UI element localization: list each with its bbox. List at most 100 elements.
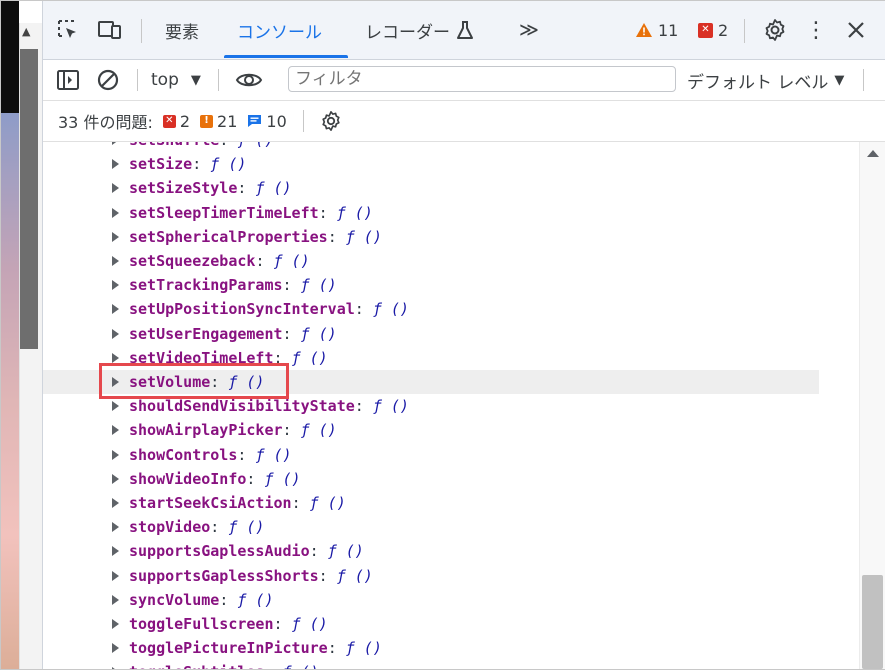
expand-triangle-icon[interactable]: [112, 304, 119, 315]
tabbar-separator: [141, 19, 142, 43]
function-value: ƒ (): [345, 227, 382, 246]
console-property-row[interactable]: shouldSendVisibilityState: ƒ (): [43, 394, 819, 418]
live-expression-eye-icon[interactable]: [232, 60, 266, 100]
page-scrollbar-thumb[interactable]: [20, 49, 38, 349]
device-toolbar-icon[interactable]: [95, 1, 125, 59]
sidebar-toggle-icon[interactable]: [53, 60, 83, 100]
expand-triangle-icon[interactable]: [112, 498, 119, 508]
property-colon: :: [210, 373, 229, 391]
tab-elements[interactable]: 要素: [165, 1, 199, 59]
context-selector[interactable]: top ▼: [151, 60, 201, 100]
inspect-element-icon[interactable]: [53, 1, 83, 59]
property-colon: :: [255, 252, 274, 270]
issues-warnings[interactable]: ! 21: [200, 112, 237, 131]
errors-counter[interactable]: ✕ 2: [698, 1, 728, 59]
page-scroll-up-icon[interactable]: ▲: [22, 25, 30, 38]
property-name: setUserEngagement: [129, 324, 283, 343]
expand-triangle-icon[interactable]: [112, 377, 119, 387]
tabbar-separator-2: [744, 19, 745, 43]
console-property-row[interactable]: setShuffle: ƒ (): [43, 142, 819, 152]
expand-triangle-icon[interactable]: [112, 594, 119, 605]
expand-triangle-icon[interactable]: [112, 619, 119, 629]
warnings-counter[interactable]: 11: [635, 1, 678, 59]
function-value: ƒ (): [255, 445, 292, 464]
console-property-row[interactable]: syncVolume: ƒ (): [43, 588, 819, 612]
more-tabs-button[interactable]: ≫: [519, 1, 539, 59]
expand-triangle-icon[interactable]: [112, 425, 119, 436]
issues-info[interactable]: 10: [247, 112, 287, 131]
expand-triangle-icon[interactable]: [112, 570, 119, 581]
tab-recorder[interactable]: レコーダー: [365, 1, 474, 59]
console-property-row[interactable]: setSqueezeback: ƒ (): [43, 249, 819, 273]
console-property-row[interactable]: setUpPositionSyncInterval: ƒ (): [43, 297, 819, 321]
issues-errors[interactable]: ✕ 2: [162, 111, 191, 131]
expand-triangle-icon[interactable]: [112, 449, 119, 460]
console-property-row[interactable]: setVolume: ƒ (): [43, 370, 819, 394]
function-value: ƒ (): [283, 663, 319, 669]
property-name: syncVolume: [129, 590, 220, 609]
error-icon: ✕: [162, 114, 176, 128]
console-scrollbar-thumb[interactable]: [862, 575, 883, 669]
expand-triangle-icon[interactable]: [112, 159, 119, 170]
log-levels-dropdown[interactable]: デフォルト レベル ▼: [687, 60, 844, 100]
console-property-row[interactable]: setUserEngagement: ƒ (): [43, 322, 819, 346]
property-entry: setUserEngagement: ƒ (): [129, 325, 337, 343]
console-scrollbar[interactable]: [859, 142, 885, 669]
property-name: setVideoTimeLeft: [129, 348, 274, 367]
expand-triangle-icon[interactable]: [112, 352, 119, 363]
expand-triangle-icon[interactable]: [112, 280, 119, 291]
console-property-row[interactable]: setSizeStyle: ƒ (): [43, 176, 819, 200]
console-toolbar: top ▼ デフォルト レベル ▼: [43, 60, 885, 101]
issues-errors-count: 2: [179, 111, 191, 131]
toolbar-separator: [137, 69, 138, 91]
console-property-row[interactable]: setTrackingParams: ƒ (): [43, 273, 819, 297]
scroll-up-icon[interactable]: [867, 150, 879, 157]
console-property-row[interactable]: supportsGaplessShorts: ƒ (): [43, 564, 819, 588]
expand-triangle-icon[interactable]: [112, 231, 119, 242]
property-entry: setTrackingParams: ƒ (): [129, 276, 337, 294]
property-entry: setShuffle: ƒ (): [129, 142, 274, 149]
expand-triangle-icon[interactable]: [112, 473, 119, 484]
console-property-row[interactable]: supportsGaplessAudio: ƒ (): [43, 539, 819, 563]
filter-input[interactable]: [288, 66, 676, 92]
warning-icon: !: [200, 114, 214, 128]
function-value: ƒ (): [372, 300, 409, 319]
tab-console[interactable]: コンソール: [237, 1, 322, 59]
console-property-row[interactable]: showVideoInfo: ƒ (): [43, 467, 819, 491]
console-property-row[interactable]: showControls: ƒ (): [43, 443, 819, 467]
property-colon: :: [291, 494, 310, 512]
expand-triangle-icon[interactable]: [112, 256, 119, 266]
console-property-row[interactable]: stopVideo: ƒ (): [43, 515, 819, 539]
property-entry: setSizeStyle: ƒ (): [129, 179, 292, 197]
expand-triangle-icon[interactable]: [112, 546, 119, 557]
console-output[interactable]: setShuffle: ƒ () setSize: ƒ () setSizeStyl…: [43, 142, 859, 669]
console-property-row[interactable]: setSize: ƒ (): [43, 152, 819, 176]
console-property-row[interactable]: setVideoTimeLeft: ƒ (): [43, 346, 819, 370]
expand-triangle-icon[interactable]: [112, 667, 119, 669]
close-icon[interactable]: [841, 1, 871, 59]
console-property-row[interactable]: toggleFullscreen: ƒ (): [43, 612, 819, 636]
issues-bar[interactable]: 33 件の問題: ✕ 2 ! 21 10: [43, 101, 885, 142]
expand-triangle-icon[interactable]: [112, 328, 119, 339]
property-entry: syncVolume: ƒ (): [129, 591, 274, 609]
more-options-icon[interactable]: ⋮: [803, 1, 829, 59]
expand-triangle-icon[interactable]: [112, 522, 119, 533]
function-value: ƒ (): [336, 566, 373, 585]
console-property-row[interactable]: togglePictureInPicture: ƒ (): [43, 636, 819, 660]
console-property-row[interactable]: startSeekCsiAction: ƒ (): [43, 491, 819, 515]
console-property-row[interactable]: showAirplayPicker: ƒ (): [43, 418, 819, 442]
issues-settings-gear-icon[interactable]: [320, 110, 342, 132]
expand-triangle-icon[interactable]: [112, 401, 119, 412]
console-property-row[interactable]: toggleSubtitles: ƒ (): [43, 660, 819, 669]
function-value: ƒ (): [237, 590, 274, 609]
clear-console-icon[interactable]: [93, 60, 123, 100]
expand-triangle-icon[interactable]: [112, 142, 119, 145]
expand-triangle-icon[interactable]: [112, 643, 119, 654]
console-property-row[interactable]: setSphericalProperties: ƒ (): [43, 225, 819, 249]
settings-gear-icon[interactable]: [759, 1, 791, 59]
expand-triangle-icon[interactable]: [112, 183, 119, 194]
expand-triangle-icon[interactable]: [112, 207, 119, 218]
console-property-row[interactable]: setSleepTimerTimeLeft: ƒ (): [43, 201, 819, 225]
warnings-count: 11: [658, 20, 679, 40]
function-value: ƒ (): [291, 348, 328, 367]
